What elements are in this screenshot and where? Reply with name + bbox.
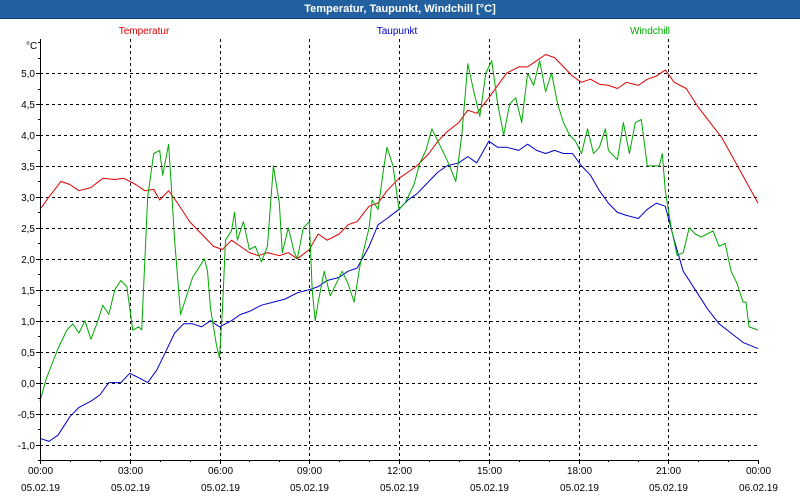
x-tick-label-date: 05.02.19	[560, 483, 599, 494]
x-tick-label-date: 05.02.19	[290, 483, 329, 494]
x-tick-label-date: 05.02.19	[470, 483, 509, 494]
x-tick-label-time: 18:00	[567, 466, 592, 477]
chart-title: Temperatur, Taupunkt, Windchill [°C]	[304, 3, 496, 15]
y-tick-label: 5,0	[21, 69, 35, 80]
y-tick-label: 4,5	[21, 100, 35, 111]
y-tick-label: 2,5	[21, 224, 35, 235]
y-tick-label: 3,5	[21, 162, 35, 173]
y-tick-label: 4,0	[21, 131, 35, 142]
x-tick-label-time: 00:00	[746, 466, 771, 477]
y-tick-label: 0,0	[21, 379, 35, 390]
chart-title-bar: Temperatur, Taupunkt, Windchill [°C]	[0, 0, 800, 19]
x-tick-label-time: 06:00	[208, 466, 233, 477]
x-tick-label-time: 09:00	[297, 466, 322, 477]
x-tick-label-time: 15:00	[477, 466, 502, 477]
y-tick-label: 1,5	[21, 286, 35, 297]
x-tick-label-time: 12:00	[387, 466, 412, 477]
y-axis-unit-label: °C	[26, 41, 37, 52]
x-tick-label-time: 21:00	[656, 466, 681, 477]
x-tick-label-time: 00:00	[28, 466, 53, 477]
legend-entry-windchill: Windchill	[630, 26, 670, 37]
y-tick-label: -0,5	[18, 410, 36, 421]
x-tick-label-date: 06.02.19	[739, 483, 778, 494]
y-tick-label: 2,0	[21, 255, 35, 266]
legend-entry-taupunkt: Taupunkt	[377, 26, 418, 37]
x-tick-label-date: 05.02.19	[111, 483, 150, 494]
y-tick-label: 0,5	[21, 348, 35, 359]
y-tick-label: 3,0	[21, 193, 35, 204]
legend-entry-temperatur: Temperatur	[119, 26, 170, 37]
x-tick-label-date: 05.02.19	[380, 483, 419, 494]
x-tick-label-time: 03:00	[118, 466, 143, 477]
line-chart: -1,0 -0,5 0,0 0,5 1,0 1,5 2,0 2,5 3,0 3,5 4,0 4,5 5,…	[0, 19, 800, 500]
x-tick-label-date: 05.02.19	[201, 483, 240, 494]
x-tick-label-date: 05.02.19	[21, 483, 60, 494]
y-tick-label: -1,0	[18, 441, 36, 452]
x-tick-label-date: 05.02.19	[649, 483, 688, 494]
y-tick-label: 1,0	[21, 317, 35, 328]
